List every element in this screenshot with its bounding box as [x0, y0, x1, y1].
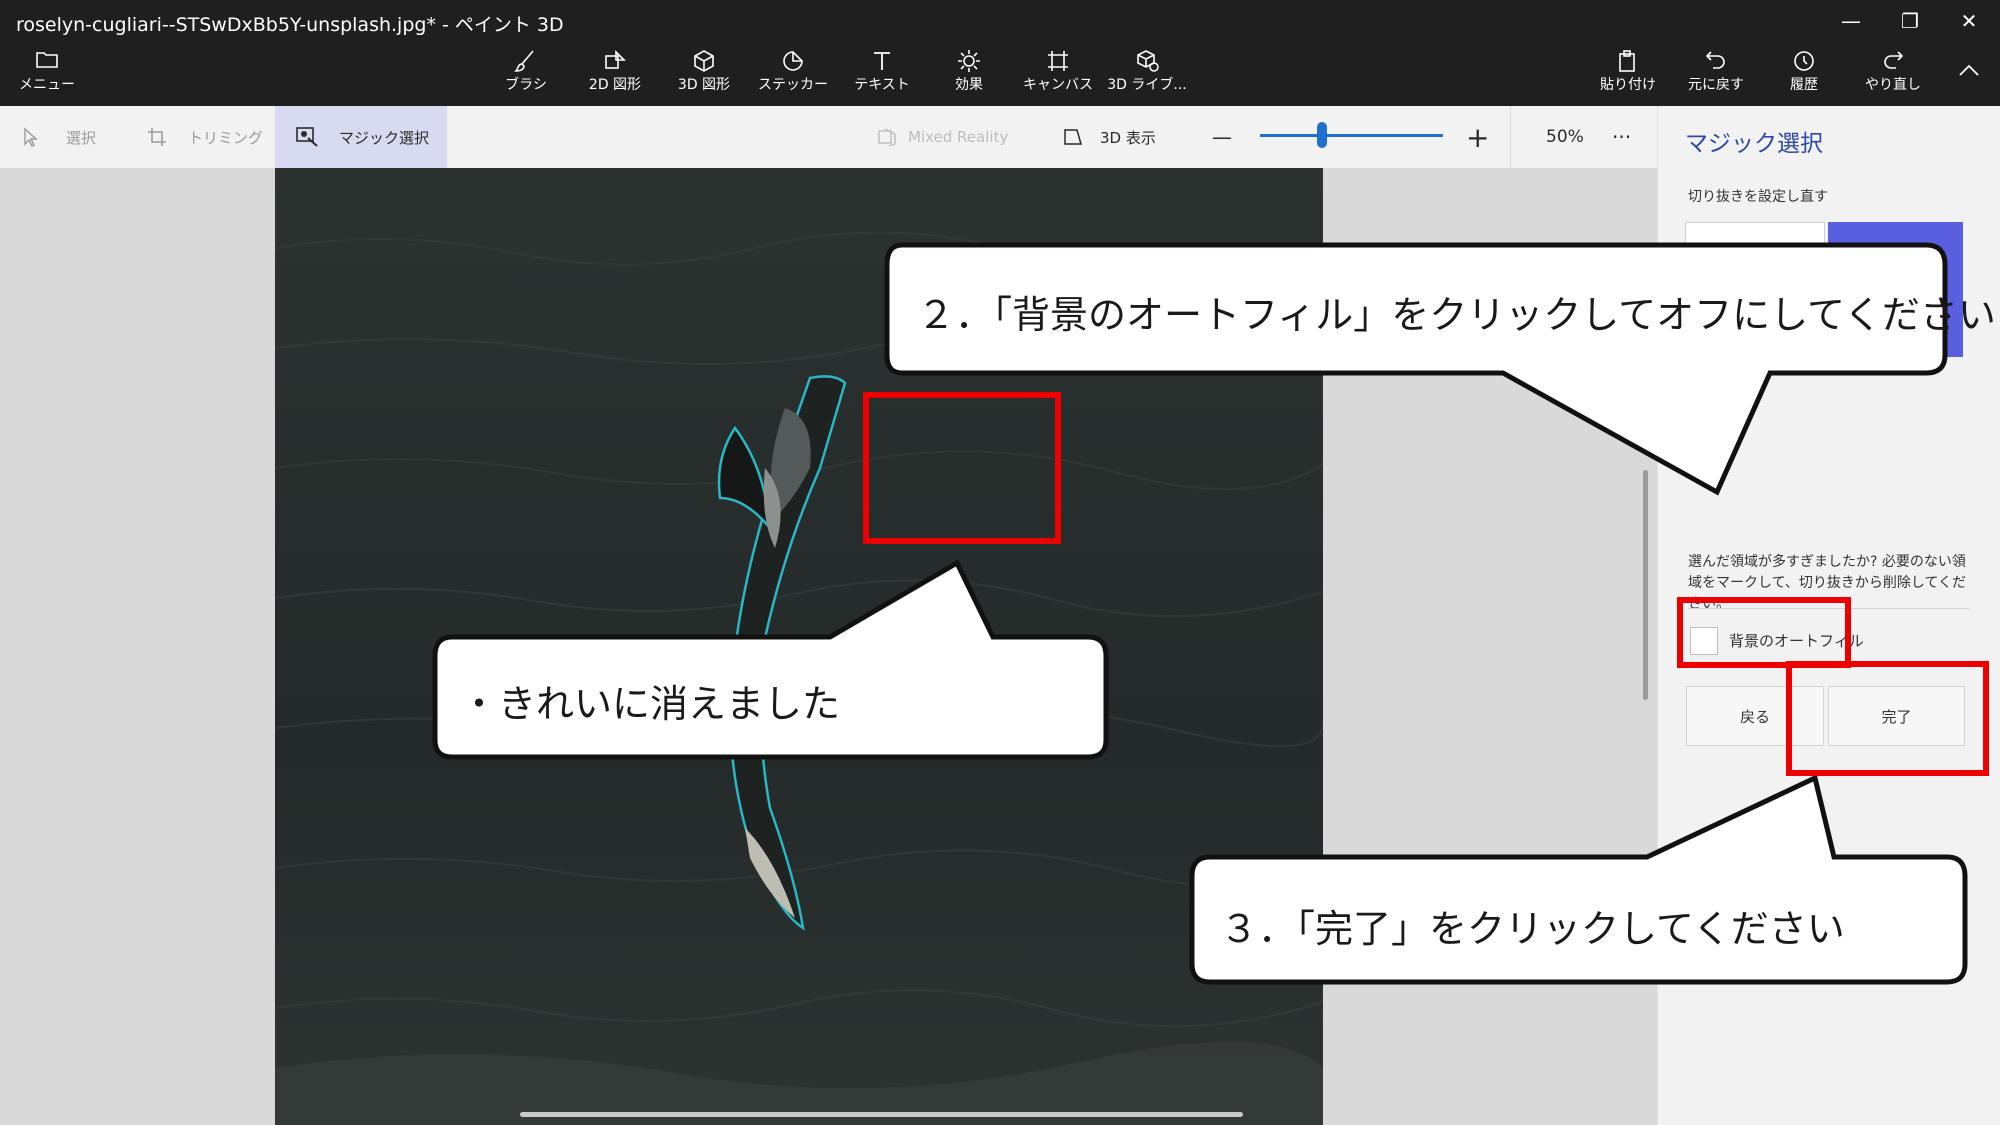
highlight-autofill-checkbox [1677, 597, 1851, 668]
callout-step3-text: ３．「完了」をクリックしてください [1220, 907, 1845, 951]
highlight-done-button [1786, 661, 1989, 776]
annotation-overlay [432, 242, 1968, 985]
callout-step2-text: ２．「背景のオートフィル」をクリックしてオフにしてください [917, 293, 1996, 337]
highlight-dolphin-area [863, 392, 1061, 544]
callout-note-text: ・きれいに消えました [460, 682, 841, 726]
